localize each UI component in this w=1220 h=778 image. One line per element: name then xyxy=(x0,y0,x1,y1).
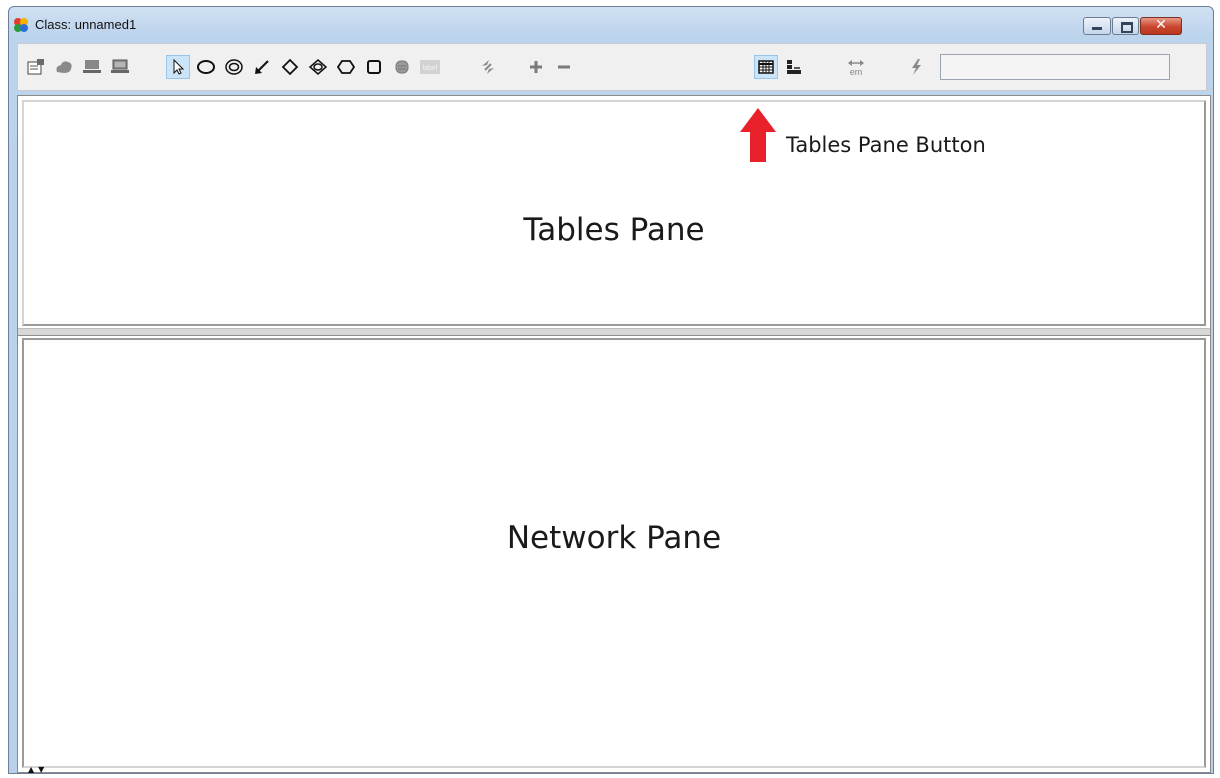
window-title: Class: unnamed1 xyxy=(35,17,137,32)
diamond-tool-button[interactable] xyxy=(278,55,302,79)
app-logo-icon xyxy=(14,18,28,32)
computer-alt-icon xyxy=(111,59,129,73)
hexagon-icon xyxy=(336,60,356,74)
app-window: Class: unnamed1 ✕ label em Tables Pane N… xyxy=(8,6,1214,774)
plus-icon xyxy=(530,61,542,73)
database-tool-button[interactable] xyxy=(390,55,414,79)
arrow-tool-button[interactable] xyxy=(250,55,274,79)
cloud-icon xyxy=(56,61,72,73)
network-pane-button[interactable] xyxy=(782,55,806,79)
label-tool-text: label xyxy=(423,65,438,72)
client-area: Tables Pane Network Pane xyxy=(17,95,1211,773)
double-ellipse-tool-button[interactable] xyxy=(222,55,246,79)
lightning-icon xyxy=(912,59,921,75)
lightning-button[interactable] xyxy=(904,55,928,79)
swap-icon xyxy=(482,60,494,74)
properties-button[interactable] xyxy=(24,55,48,79)
pane-splitter[interactable] xyxy=(18,328,1210,336)
maximize-button[interactable] xyxy=(1112,17,1139,35)
double-diamond-tool-button[interactable] xyxy=(306,55,330,79)
red-up-arrow xyxy=(740,108,776,162)
zoom-in-button[interactable] xyxy=(524,55,548,79)
pointer-icon xyxy=(173,58,185,75)
ellipse-tool-button[interactable] xyxy=(194,55,218,79)
scroll-arrows[interactable]: ▲▼ xyxy=(28,765,48,774)
rectangle-icon xyxy=(367,60,381,74)
hexagon-tool-button[interactable] xyxy=(334,55,358,79)
diamond-icon xyxy=(281,58,299,76)
tables-pane[interactable]: Tables Pane xyxy=(22,100,1206,326)
double-diamond-icon xyxy=(308,59,328,75)
ellipse-icon xyxy=(197,60,215,74)
network-pane[interactable]: Network Pane xyxy=(22,338,1206,768)
annotation-label: Tables Pane Button xyxy=(786,133,986,157)
label-tool-button[interactable]: label xyxy=(418,55,442,79)
em-arrows-icon: em xyxy=(848,60,864,77)
arrow-tool-icon xyxy=(255,60,269,74)
em-text: em xyxy=(850,67,863,77)
close-icon: ✕ xyxy=(1155,17,1167,33)
computer-alt-button[interactable] xyxy=(108,55,132,79)
em-toggle-button[interactable]: em xyxy=(844,55,868,79)
label-tool-icon: label xyxy=(420,60,440,74)
swap-button[interactable] xyxy=(476,55,500,79)
pointer-tool-button[interactable] xyxy=(166,55,190,79)
toolbar: label em xyxy=(17,43,1207,91)
title-bar[interactable]: Class: unnamed1 ✕ xyxy=(9,7,1213,39)
toolbar-text-field[interactable] xyxy=(940,54,1170,80)
cloud-button[interactable] xyxy=(52,55,76,79)
zoom-out-button[interactable] xyxy=(552,55,576,79)
tables-pane-button[interactable] xyxy=(754,55,778,79)
rectangle-tool-button[interactable] xyxy=(362,55,386,79)
double-ellipse-icon xyxy=(225,59,243,75)
close-button[interactable]: ✕ xyxy=(1140,17,1182,35)
network-pane-label: Network Pane xyxy=(506,520,722,556)
properties-icon xyxy=(27,59,44,75)
network-pane-icon xyxy=(787,60,801,74)
annotation-arrow-shape xyxy=(740,108,776,162)
tables-pane-label: Tables Pane xyxy=(523,212,705,248)
minus-icon xyxy=(558,65,570,69)
computer-button[interactable] xyxy=(80,55,104,79)
computer-icon xyxy=(83,60,101,73)
minimize-button[interactable] xyxy=(1083,17,1111,35)
database-icon xyxy=(395,60,409,74)
tables-pane-icon xyxy=(758,60,774,74)
